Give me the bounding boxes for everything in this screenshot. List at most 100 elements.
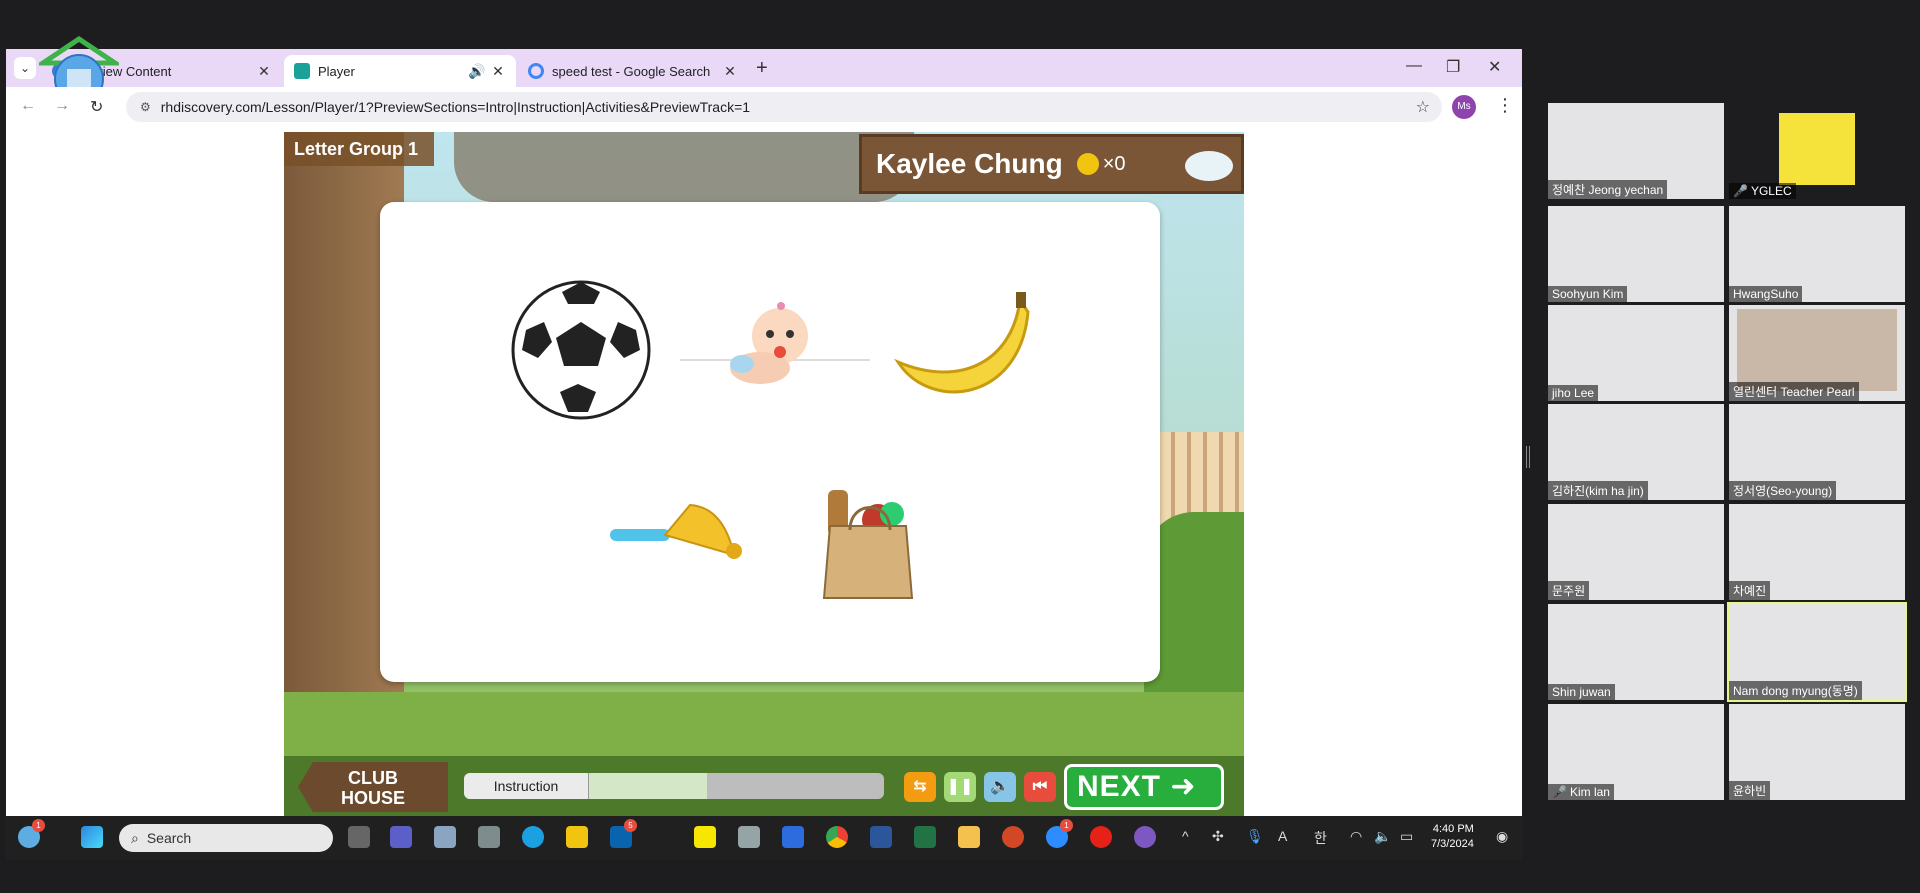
reload-icon[interactable]: ↻ xyxy=(90,97,103,117)
bell-picture[interactable] xyxy=(610,497,750,567)
ime-indicator[interactable]: 한 xyxy=(1314,828,1327,848)
teams-icon[interactable] xyxy=(390,826,412,848)
restart-button[interactable]: ⏮ xyxy=(1024,772,1056,802)
participant-tile[interactable]: HwangSuho xyxy=(1729,206,1905,302)
tab-player[interactable]: Player 🔊 ✕ xyxy=(284,55,516,87)
tab-speed-test[interactable]: speed test - Google Search ✕ xyxy=(518,55,748,87)
tab-search-button[interactable]: ⌄ xyxy=(14,57,36,79)
participant-tile[interactable]: 🎤 YGLEC xyxy=(1729,103,1905,199)
store-icon[interactable] xyxy=(782,826,804,848)
tab-title: speed test - Google Search xyxy=(552,63,711,79)
back-arrow-icon[interactable]: ← xyxy=(20,97,36,115)
windows-start-icon[interactable] xyxy=(81,826,103,848)
notification-icon[interactable]: ◉ xyxy=(1496,828,1508,845)
participant-tile[interactable]: 문주원 xyxy=(1548,504,1724,600)
chevron-up-icon[interactable]: ^ xyxy=(1182,828,1189,844)
shuffle-button[interactable]: ⇆ xyxy=(904,772,936,802)
chrome-icon[interactable] xyxy=(826,826,848,848)
speaker-icon[interactable]: 🔊 xyxy=(468,63,485,80)
muted-mic-icon: 🎤 xyxy=(1552,785,1567,799)
participant-tile[interactable]: Nam dong myung(동명) xyxy=(1727,602,1907,702)
participant-name-text: 윤하빈 xyxy=(1733,784,1767,798)
spongebob-avatar xyxy=(1779,113,1855,185)
participant-name-text: Soohyun Kim xyxy=(1552,287,1624,301)
participant-tile[interactable]: 정서영(Seo-young) xyxy=(1729,404,1905,500)
edge-icon[interactable] xyxy=(522,826,544,848)
participant-name: Shin juwan xyxy=(1548,684,1615,700)
participant-name-text: HwangSuho xyxy=(1733,287,1799,301)
participant-tile[interactable]: 차예진 xyxy=(1729,504,1905,600)
participant-name-text: Kim lan xyxy=(1569,785,1610,799)
taskbar-search[interactable]: ⌕ Search xyxy=(119,824,333,852)
excel-icon[interactable] xyxy=(914,826,936,848)
participant-name: 윤하빈 xyxy=(1729,781,1771,800)
pause-button[interactable]: ❚❚ xyxy=(944,772,976,802)
progress-fill xyxy=(589,773,707,799)
microphone-icon[interactable]: 🎙 xyxy=(1246,828,1264,845)
clubhouse-button[interactable]: CLUB HOUSE xyxy=(298,762,448,812)
browser-window: ⌄ Preview Content ✕ Player 🔊 ✕ speed tes… xyxy=(6,35,1522,816)
participant-tile[interactable]: 윤하빈 xyxy=(1729,704,1905,800)
participant-tile[interactable]: jiho Lee xyxy=(1548,305,1724,401)
progress-section-label: Instruction xyxy=(464,773,589,799)
network-app-icon[interactable]: ✣ xyxy=(1212,828,1224,845)
bag-picture[interactable] xyxy=(820,470,920,600)
calculator-icon[interactable] xyxy=(478,826,500,848)
sticky-notes-icon[interactable] xyxy=(566,826,588,848)
powerpoint-icon[interactable] xyxy=(1002,826,1024,848)
close-tab-icon[interactable]: ✕ xyxy=(722,63,738,80)
participant-tile[interactable]: 🎤 Kim lan xyxy=(1548,704,1724,800)
profile-avatar[interactable]: Ms xyxy=(1452,95,1476,119)
coin-count: ×0 xyxy=(1102,152,1126,175)
search-icon: ⌕ xyxy=(131,829,139,846)
wifi-icon[interactable]: ◠ xyxy=(1350,828,1362,845)
next-button[interactable]: NEXT ➜ xyxy=(1064,764,1224,810)
word-icon[interactable] xyxy=(870,826,892,848)
site-info-icon[interactable]: ⚙ xyxy=(140,100,151,114)
volume-icon[interactable]: 🔈 xyxy=(1374,828,1391,845)
coin-icon xyxy=(1076,153,1099,175)
volume-button[interactable]: 🔈 xyxy=(984,772,1016,802)
participant-tile[interactable]: 열린센터 Teacher Pearl xyxy=(1729,305,1905,401)
clock-date: 7/3/2024 xyxy=(1431,838,1474,850)
minimize-button[interactable]: — xyxy=(1406,57,1422,75)
file-explorer-icon[interactable] xyxy=(958,826,980,848)
close-tab-icon[interactable]: ✕ xyxy=(490,63,506,80)
bookmark-star-icon[interactable]: ☆ xyxy=(1416,97,1430,117)
menu-kebab-icon[interactable]: ⋮ xyxy=(1496,95,1514,116)
battery-icon[interactable]: ▭ xyxy=(1400,828,1413,845)
participant-tile[interactable]: 김하진(kim ha jin) xyxy=(1548,404,1724,500)
google-favicon xyxy=(528,63,544,79)
youtube-icon[interactable] xyxy=(1090,826,1112,848)
settings-icon[interactable] xyxy=(434,826,456,848)
snipping-tool-icon[interactable] xyxy=(738,826,760,848)
lesson-player: Letter Group 1 Kaylee Chung ×0 CLUB HOUS… xyxy=(284,132,1244,816)
new-tab-button[interactable]: + xyxy=(756,57,768,80)
participant-tile[interactable]: 정예찬 Jeong yechan xyxy=(1548,103,1724,199)
participant-tile[interactable]: Soohyun Kim xyxy=(1548,206,1724,302)
participant-name-text: 열린센터 Teacher Pearl xyxy=(1733,385,1855,399)
windows-taskbar: 1 ⌕ Search 5 1 ^ ✣ 🎙 A 한 ◠ 🔈 ▭ 4:40 PM 7… xyxy=(6,816,1522,860)
close-window-button[interactable]: ✕ xyxy=(1488,57,1501,77)
font-icon[interactable]: A xyxy=(1278,828,1287,844)
maximize-button[interactable]: ❐ xyxy=(1446,57,1460,77)
app-icon[interactable] xyxy=(1134,826,1156,848)
forward-arrow-icon[interactable]: → xyxy=(54,97,70,115)
weather-badge: 1 xyxy=(32,819,45,832)
baby-picture[interactable] xyxy=(680,302,870,402)
panel-resize-handle[interactable] xyxy=(1526,446,1530,468)
lesson-progress-bar[interactable]: Instruction xyxy=(464,773,884,799)
soccer-ball-picture[interactable] xyxy=(508,280,654,420)
player-controls: CLUB HOUSE Instruction ⇆ ❚❚ 🔈 ⏮ NEXT ➜ xyxy=(284,756,1244,816)
system-clock[interactable]: 4:40 PM 7/3/2024 xyxy=(1431,822,1474,852)
task-view-icon[interactable] xyxy=(348,826,370,848)
close-tab-icon[interactable]: ✕ xyxy=(256,63,272,80)
kakaotalk-icon[interactable] xyxy=(694,826,716,848)
lesson-title: Letter Group 1 xyxy=(284,132,434,166)
participant-name: 정서영(Seo-young) xyxy=(1729,481,1837,500)
participant-tile[interactable]: Shin juwan xyxy=(1548,604,1724,700)
banana-picture[interactable] xyxy=(890,292,1040,412)
address-bar[interactable]: ⚙ rhdiscovery.com/Lesson/Player/1?Previe… xyxy=(126,92,1442,122)
clubhouse-label: CLUB HOUSE xyxy=(340,768,405,808)
participant-name-text: jiho Lee xyxy=(1552,386,1595,400)
